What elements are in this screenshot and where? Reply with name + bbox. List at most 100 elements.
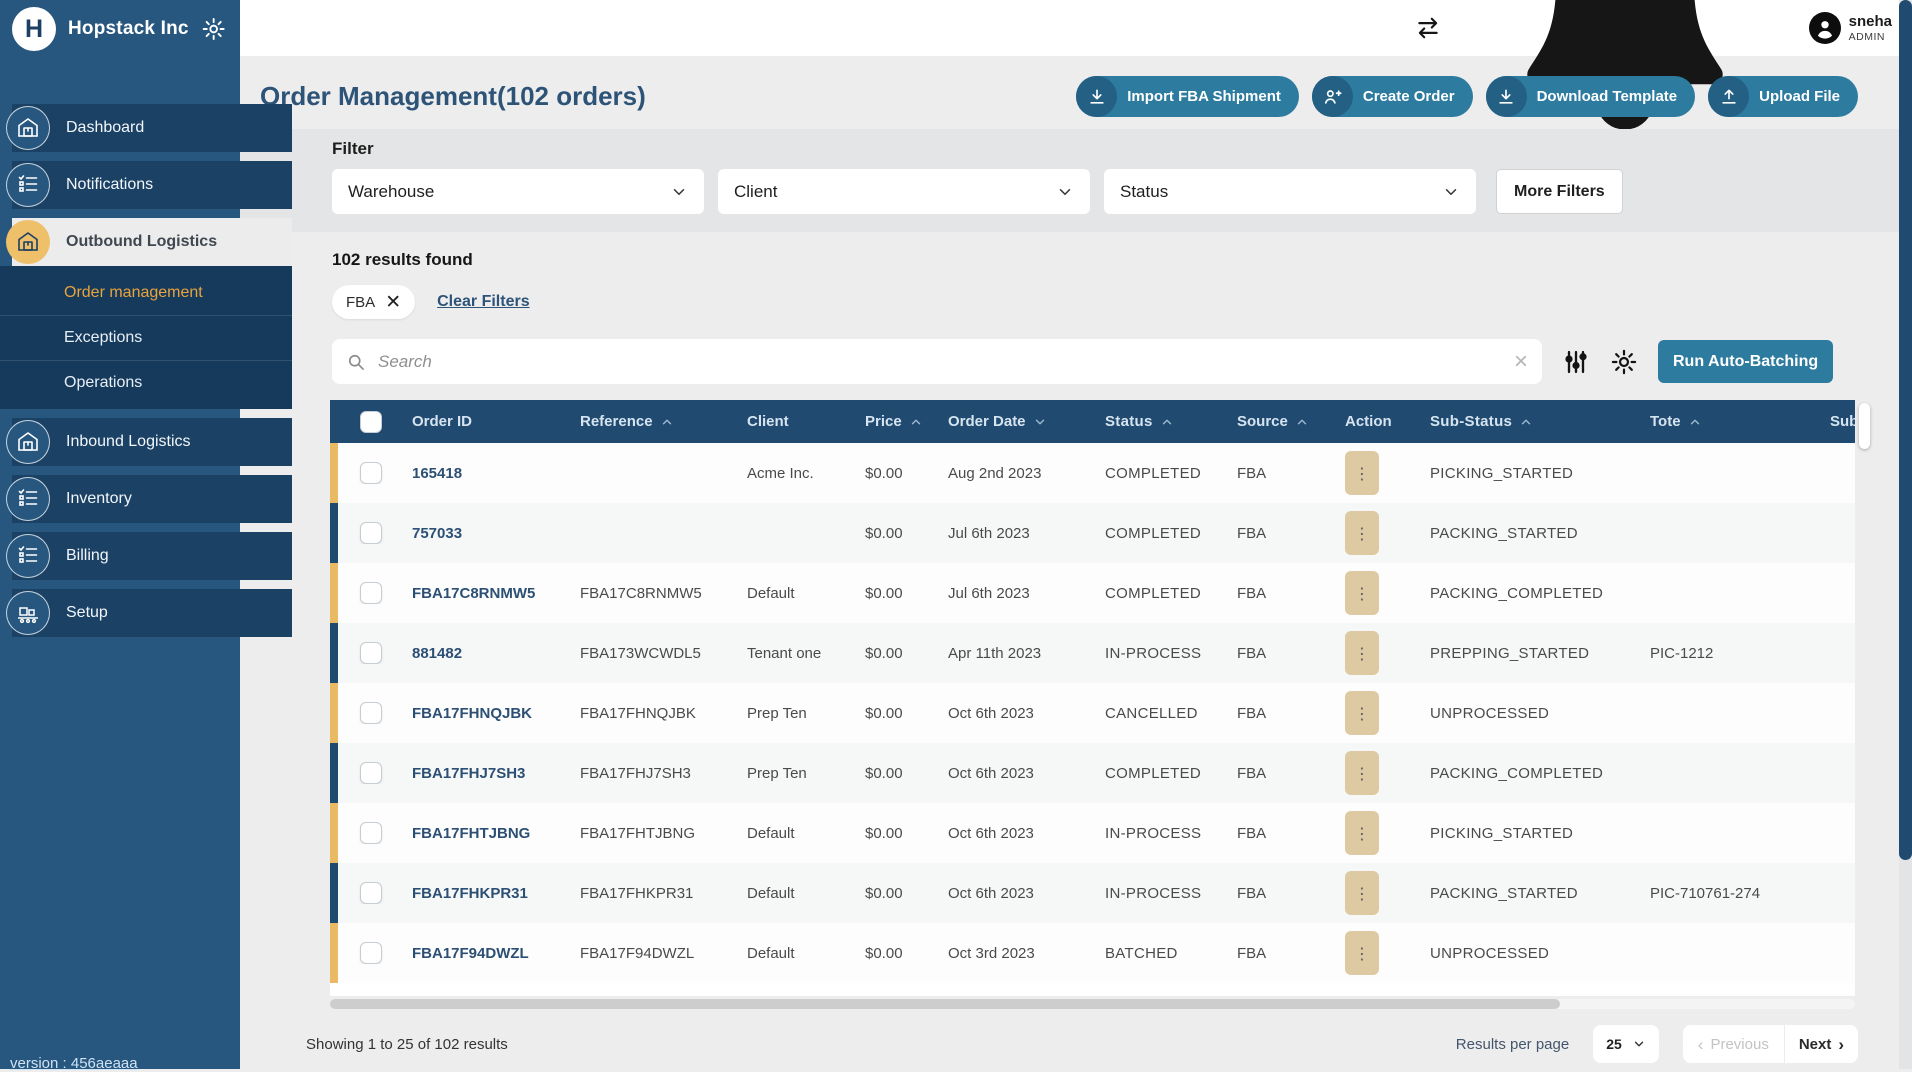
column-header-tote[interactable]: Tote (1642, 413, 1822, 430)
row-select-cell (338, 522, 404, 544)
filter-select-client[interactable]: Client (718, 169, 1090, 214)
client-cell: Tenant one (739, 645, 857, 662)
column-header-source[interactable]: Source (1229, 413, 1337, 430)
column-header-price[interactable]: Price (857, 413, 940, 430)
transfer-icon[interactable] (1415, 15, 1441, 41)
clear-filters-link[interactable]: Clear Filters (437, 293, 529, 311)
chevron-down-icon (1632, 1037, 1646, 1051)
row-checkbox[interactable] (360, 702, 382, 724)
sidebar-item-inventory[interactable]: Inventory (0, 475, 240, 523)
row-actions-kebab-button[interactable]: ⋮ (1345, 631, 1379, 675)
row-select-cell (338, 702, 404, 724)
order-id-link[interactable]: 165418 (412, 465, 462, 482)
row-actions-kebab-button[interactable]: ⋮ (1345, 811, 1379, 855)
column-header-sub-status[interactable]: Sub-Status (1422, 413, 1642, 430)
sidebar-item-outbound-logistics[interactable]: Outbound Logistics (0, 218, 240, 266)
row-checkbox[interactable] (360, 462, 382, 484)
client-cell: Default (739, 885, 857, 902)
horizontal-scrollbar[interactable] (330, 999, 1855, 1009)
sidebar-item-setup[interactable]: Setup (0, 589, 240, 637)
select-value: Status (1120, 182, 1168, 202)
status-value: CANCELLED (1105, 705, 1198, 722)
row-actions-kebab-button[interactable]: ⋮ (1345, 691, 1379, 735)
row-actions-kebab-button[interactable]: ⋮ (1345, 511, 1379, 555)
order-id-link[interactable]: FBA17F94DWZL (412, 945, 529, 962)
order-id-link[interactable]: FBA17FHJ7SH3 (412, 765, 525, 782)
select-all-checkbox[interactable] (360, 411, 382, 433)
sidebar-gear-icon[interactable] (201, 16, 226, 42)
table-settings-gear-icon[interactable] (1610, 348, 1638, 376)
column-header-action[interactable]: Action (1337, 413, 1422, 430)
table-scrollbar-thumb[interactable] (1859, 403, 1870, 449)
row-checkbox[interactable] (360, 582, 382, 604)
more-filters-button[interactable]: More Filters (1496, 169, 1623, 214)
column-sliders-icon[interactable] (1562, 348, 1590, 376)
user-menu[interactable]: sneha ADMIN (1809, 12, 1892, 44)
row-select-cell (338, 762, 404, 784)
order-id-link[interactable]: FBA17C8RNMW5 (412, 585, 535, 602)
clear-search-icon[interactable]: × (1514, 350, 1528, 374)
date-cell: Oct 3rd 2023 (940, 945, 1097, 962)
column-header-status[interactable]: Status (1097, 413, 1229, 430)
search-input[interactable] (376, 351, 1504, 373)
sidebar-subitem-order-management[interactable]: Order management (0, 270, 292, 315)
source-value: FBA (1237, 525, 1266, 542)
row-checkbox[interactable] (360, 762, 382, 784)
column-header-order-date[interactable]: Order Date (940, 413, 1097, 430)
horizontal-scrollbar-thumb[interactable] (330, 999, 1560, 1009)
price-cell: $0.00 (857, 885, 940, 902)
sidebar-item-notifications[interactable]: Notifications (0, 161, 240, 209)
chip-remove-icon[interactable]: ✕ (385, 293, 401, 312)
filter-select-status[interactable]: Status (1104, 169, 1476, 214)
sidebar-item-dashboard[interactable]: Dashboard (0, 104, 240, 152)
sidebar-subitem-operations[interactable]: Operations (0, 360, 292, 405)
row-checkbox[interactable] (360, 882, 382, 904)
filter-select-warehouse[interactable]: Warehouse (332, 169, 704, 214)
order-id-link[interactable]: 757033 (412, 525, 462, 542)
status-value: COMPLETED (1105, 525, 1201, 542)
sidebar-item-billing[interactable]: Billing (0, 532, 240, 580)
date-cell: Oct 6th 2023 (940, 765, 1097, 782)
sidebar-subitem-exceptions[interactable]: Exceptions (0, 315, 292, 360)
run-auto-batching-button[interactable]: Run Auto-Batching (1658, 340, 1833, 383)
order-id-link[interactable]: 881482 (412, 645, 462, 662)
action-button-import-fba-shipment[interactable]: Import FBA Shipment (1076, 76, 1299, 117)
order-id-link[interactable]: FBA17FHNQJBK (412, 705, 532, 722)
sidebar-item-inbound-logistics[interactable]: Inbound Logistics (0, 418, 240, 466)
next-page-button[interactable]: Next › (1785, 1025, 1858, 1063)
row-actions-kebab-button[interactable]: ⋮ (1345, 931, 1379, 975)
tote-value: PIC-710761-274 (1650, 885, 1760, 902)
action-button-create-order[interactable]: Create Order (1312, 76, 1473, 117)
row-checkbox[interactable] (360, 642, 382, 664)
client-cell: Acme Inc. (739, 465, 857, 482)
sort-up-icon (660, 415, 674, 429)
page-scrollbar-thumb[interactable] (1899, 0, 1912, 860)
row-actions-kebab-button[interactable]: ⋮ (1345, 871, 1379, 915)
status-cell: COMPLETED (1097, 765, 1229, 782)
row-actions-kebab-button[interactable]: ⋮ (1345, 571, 1379, 615)
row-checkbox[interactable] (360, 942, 382, 964)
row-checkbox[interactable] (360, 822, 382, 844)
price-cell: $0.00 (857, 525, 940, 542)
order-id-link[interactable]: FBA17FHTJBNG (412, 825, 530, 842)
column-header-order-id[interactable]: Order ID (404, 413, 572, 430)
order-id-link[interactable]: FBA17FHKPR31 (412, 885, 528, 902)
date-cell: Jul 6th 2023 (940, 585, 1097, 602)
action-button-upload-file[interactable]: Upload File (1708, 76, 1858, 117)
action-button-download-template[interactable]: Download Template (1486, 76, 1696, 117)
page-scrollbar[interactable] (1899, 0, 1912, 1069)
previous-page-button[interactable]: ‹ Previous (1683, 1025, 1785, 1063)
source-value: FBA (1237, 825, 1266, 842)
sidebar-item-label: Billing (66, 547, 109, 565)
column-header-reference[interactable]: Reference (572, 413, 739, 430)
row-actions-kebab-button[interactable]: ⋮ (1345, 451, 1379, 495)
row-checkbox[interactable] (360, 522, 382, 544)
sort-up-icon (1519, 415, 1533, 429)
filter-chip-fba[interactable]: FBA ✕ (332, 285, 415, 319)
user-plus-icon (1312, 76, 1353, 117)
warehouse-icon (6, 220, 50, 264)
column-header-sub[interactable]: Sub (1822, 413, 1855, 430)
column-header-client[interactable]: Client (739, 413, 857, 430)
per-page-select[interactable]: 25 (1593, 1025, 1659, 1063)
row-actions-kebab-button[interactable]: ⋮ (1345, 751, 1379, 795)
